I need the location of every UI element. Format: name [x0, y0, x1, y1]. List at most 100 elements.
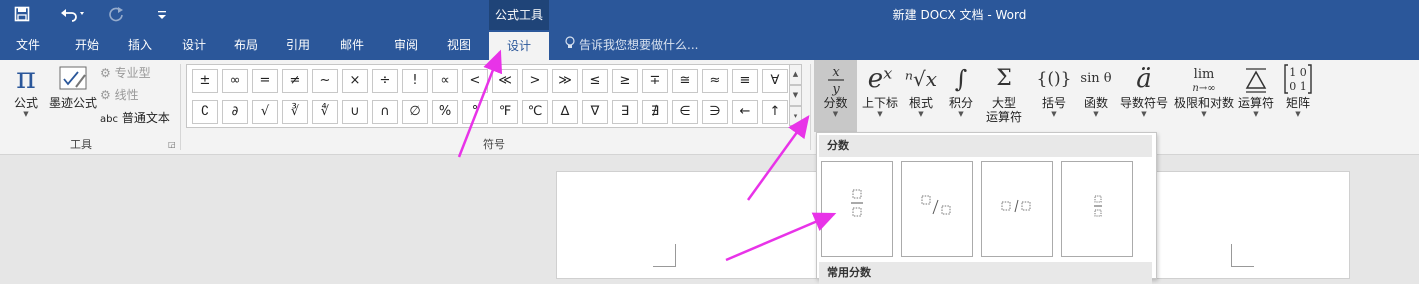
structure-radical-button[interactable]: ⁿ√x 根式 ▼ [903, 62, 939, 118]
tab-layout[interactable]: 布局 [224, 30, 268, 60]
skewed-fraction-option[interactable] [901, 161, 973, 257]
symbol-button[interactable]: ← [732, 100, 758, 124]
symbol-gallery: ± ∞ = ≠ ~ × ÷! ∝ < ≪ > ≫ ≤ ≥ ∓ ≅ ≈ ≡ ∀ ∁ ∂ √ ∛ ∜ ∪ ∩ ∅% ° ℉ ℃ ∆ ∇ ∃ ∄ ∈ ∋ ← ↑ [186, 64, 791, 128]
function-icon: sin θ [1080, 71, 1112, 86]
tab-review[interactable]: 审阅 [384, 30, 428, 60]
symbol-button[interactable]: ∪ [342, 100, 368, 124]
symbol-button[interactable]: ∈ [672, 100, 698, 124]
structure-integral-button[interactable]: ∫ 积分 ▼ [943, 62, 979, 118]
fraction-dropdown: 分数 常用分数 [816, 132, 1157, 284]
tab-mailings[interactable]: 邮件 [330, 30, 374, 60]
lightbulb-icon [565, 31, 575, 61]
document-title: 新建 DOCX 文档 - Word [892, 8, 1027, 22]
symbol-button[interactable]: < [462, 69, 488, 93]
symbol-button[interactable]: > [522, 69, 548, 93]
dialog-launcher-icon[interactable]: ◲ [168, 140, 176, 149]
symbol-button[interactable]: ∃ [612, 100, 638, 124]
symbol-button[interactable]: ≠ [282, 69, 308, 93]
symbol-button[interactable]: ∋ [702, 100, 728, 124]
chevron-down-icon: ▼ [1093, 110, 1099, 118]
normal-text-button[interactable]: abc 普通文本 [100, 109, 170, 127]
structure-large-operator-button[interactable]: Σ 大型 运算符 [982, 62, 1026, 124]
symbol-button[interactable]: ∁ [192, 100, 218, 124]
gallery-expand-button[interactable]: ▾ [789, 106, 802, 126]
tab-view[interactable]: 视图 [437, 30, 481, 60]
structure-operator-button[interactable]: 运算符 ▼ [1236, 62, 1276, 118]
margin-corner-mark [1231, 244, 1254, 267]
tab-insert[interactable]: 插入 [118, 30, 162, 60]
symbol-button[interactable]: ∆ [552, 100, 578, 124]
tab-file[interactable]: 文件 [6, 30, 50, 60]
dropdown-section-fraction: 分数 [819, 135, 1152, 157]
symbol-button[interactable]: ! [402, 69, 428, 93]
structure-function-button[interactable]: sin θ 函数 ▼ [1076, 62, 1116, 118]
operator-label: 运算符 [1237, 96, 1274, 110]
ribbon-tab-bar: 文件 开始 插入 设计 布局 引用 邮件 审阅 视图 设计 告诉我您想要做什么.… [0, 30, 1419, 60]
symbol-button[interactable]: % [432, 100, 458, 124]
symbol-button[interactable]: ℉ [492, 100, 518, 124]
stacked-fraction-option[interactable] [821, 161, 893, 257]
accent-icon: ä [1136, 64, 1152, 94]
tab-equation-design[interactable]: 设计 [489, 32, 549, 60]
tab-references[interactable]: 引用 [276, 30, 320, 60]
symbol-button[interactable]: ≪ [492, 69, 518, 93]
symbol-button[interactable]: ≤ [582, 69, 608, 93]
chevron-down-icon: ▼ [1201, 110, 1207, 118]
symbol-button[interactable]: ≅ [672, 69, 698, 93]
symbol-button[interactable]: ≥ [612, 69, 638, 93]
symbol-button[interactable]: ∜ [312, 100, 338, 124]
linear-button[interactable]: ⚙ 线性 [100, 86, 139, 104]
symbol-button[interactable]: ∅ [402, 100, 428, 124]
symbol-button[interactable]: ↑ [762, 100, 788, 124]
symbol-button[interactable]: ~ [312, 69, 338, 93]
sigma-icon: Σ [996, 66, 1012, 91]
tell-me-box[interactable]: 告诉我您想要做什么... [565, 30, 698, 60]
symbol-button[interactable]: ∄ [642, 100, 668, 124]
symbol-button[interactable]: ÷ [372, 69, 398, 93]
ink-equation-icon [48, 62, 98, 96]
symbol-button[interactable]: × [342, 69, 368, 93]
limit-icon: lim n→∞ [1172, 62, 1236, 96]
group-divider [180, 64, 181, 150]
symbol-button[interactable]: ∞ [222, 69, 248, 93]
structure-matrix-button[interactable]: 1 00 1 矩阵 ▼ [1280, 62, 1316, 118]
structure-limit-log-button[interactable]: lim n→∞ 极限和对数 ▼ [1172, 62, 1236, 118]
equation-label: 公式 [13, 96, 38, 110]
ink-equation-button[interactable]: 墨迹公式 [48, 62, 98, 110]
gallery-scroll-up[interactable]: ▲ [789, 64, 802, 85]
symbol-button[interactable]: ∩ [372, 100, 398, 124]
structure-bracket-button[interactable]: {()} 括号 ▼ [1034, 62, 1074, 118]
function-label: 函数 [1083, 96, 1108, 110]
chevron-down-icon: ▼ [1295, 110, 1301, 118]
normal-text-label: 普通文本 [121, 111, 170, 125]
symbol-button[interactable]: ∝ [432, 69, 458, 93]
structure-script-button[interactable]: eˣ 上下标 ▼ [860, 62, 900, 118]
tab-home[interactable]: 开始 [65, 30, 109, 60]
symbol-button[interactable]: ∂ [222, 100, 248, 124]
small-fraction-option[interactable] [1061, 161, 1133, 257]
professional-button[interactable]: ⚙ 专业型 [100, 64, 151, 82]
equation-button[interactable]: π 公式 ▼ [8, 62, 44, 119]
chevron-down-icon: ▼ [958, 110, 964, 118]
chevron-down-icon: ▼ [1141, 110, 1147, 118]
symbol-button[interactable]: = [252, 69, 278, 93]
symbol-button[interactable]: ° [462, 100, 488, 124]
symbol-button[interactable]: ∀ [762, 69, 788, 93]
radical-icon: ⁿ√x [904, 67, 938, 91]
gallery-scroll-down[interactable]: ▼ [789, 85, 802, 106]
symbol-button[interactable]: ∛ [282, 100, 308, 124]
bracket-label: 括号 [1041, 96, 1066, 110]
structure-accent-button[interactable]: ä 导数符号 ▼ [1116, 62, 1172, 118]
symbol-button[interactable]: ≫ [552, 69, 578, 93]
symbol-button[interactable]: ≈ [702, 69, 728, 93]
symbol-button[interactable]: √ [252, 100, 278, 124]
symbol-button[interactable]: ∇ [582, 100, 608, 124]
linear-fraction-option[interactable] [981, 161, 1053, 257]
symbol-button[interactable]: ∓ [642, 69, 668, 93]
symbol-button[interactable]: ± [192, 69, 218, 93]
tab-design[interactable]: 设计 [172, 30, 216, 60]
structure-fraction-button[interactable]: xy 分数 ▼ [814, 62, 857, 118]
fraction-icon: xy [814, 62, 857, 97]
symbol-button[interactable]: ℃ [522, 100, 548, 124]
symbol-button[interactable]: ≡ [732, 69, 758, 93]
